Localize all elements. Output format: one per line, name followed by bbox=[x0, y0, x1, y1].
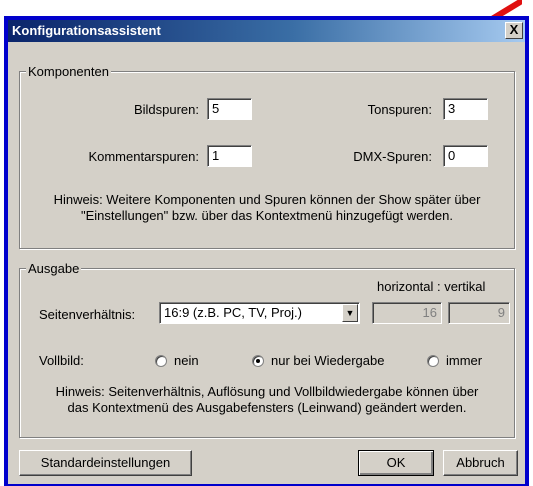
bildspuren-label: Bildspuren: bbox=[133, 102, 199, 117]
vertikal-field: 9 bbox=[448, 302, 510, 324]
seitenverhaeltnis-select[interactable]: 16:9 (z.B. PC, TV, Proj.) ▼ bbox=[159, 302, 360, 324]
radio-nur-bei-wiedergabe[interactable] bbox=[252, 355, 264, 367]
radio-nein[interactable] bbox=[155, 355, 167, 367]
bildspuren-field[interactable]: 5 bbox=[207, 98, 252, 120]
ausgabe-legend: Ausgabe bbox=[26, 261, 82, 276]
dmx-spuren-label: DMX-Spuren: bbox=[353, 149, 432, 164]
komponenten-group: Komponenten Bildspuren: 5 Tonspuren: 3 K… bbox=[19, 64, 515, 249]
ok-button[interactable]: OK bbox=[358, 450, 434, 476]
tonspuren-field[interactable]: 3 bbox=[443, 98, 488, 120]
config-dialog: Konfigurationsassistent X Komponenten Bi… bbox=[8, 20, 525, 484]
horizontal-vertikal-label: horizontal : vertikal bbox=[377, 279, 486, 294]
kommentarspuren-label: Kommentarspuren: bbox=[88, 149, 199, 164]
komponenten-hint: Hinweis: Weitere Komponenten und Spuren … bbox=[53, 192, 481, 223]
komponenten-legend: Komponenten bbox=[26, 64, 111, 79]
dmx-spuren-field[interactable]: 0 bbox=[443, 145, 488, 167]
close-button[interactable]: X bbox=[505, 22, 523, 39]
tonspuren-label: Tonspuren: bbox=[367, 102, 432, 117]
title-bar[interactable]: Konfigurationsassistent X bbox=[8, 20, 525, 42]
dropdown-arrow-icon[interactable]: ▼ bbox=[342, 304, 358, 322]
abbruch-button[interactable]: Abbruch bbox=[443, 450, 518, 476]
ausgabe-group: Ausgabe horizontal : vertikal Seitenverh… bbox=[19, 261, 515, 438]
ausgabe-hint: Hinweis: Seitenverhältnis, Auflösung und… bbox=[55, 384, 479, 415]
horizontal-field: 16 bbox=[372, 302, 442, 324]
radio-immer[interactable] bbox=[427, 355, 439, 367]
kommentarspuren-field[interactable]: 1 bbox=[207, 145, 252, 167]
radio-immer-label[interactable]: immer bbox=[446, 353, 482, 368]
radio-nein-label[interactable]: nein bbox=[174, 353, 199, 368]
standardeinstellungen-button[interactable]: Standardeinstellungen bbox=[19, 450, 192, 476]
radio-nur-bei-wiedergabe-label[interactable]: nur bei Wiedergabe bbox=[271, 353, 384, 368]
vollbild-label: Vollbild: bbox=[39, 353, 84, 368]
window-title: Konfigurationsassistent bbox=[12, 23, 161, 38]
seitenverhaeltnis-label: Seitenverhältnis: bbox=[39, 307, 136, 322]
